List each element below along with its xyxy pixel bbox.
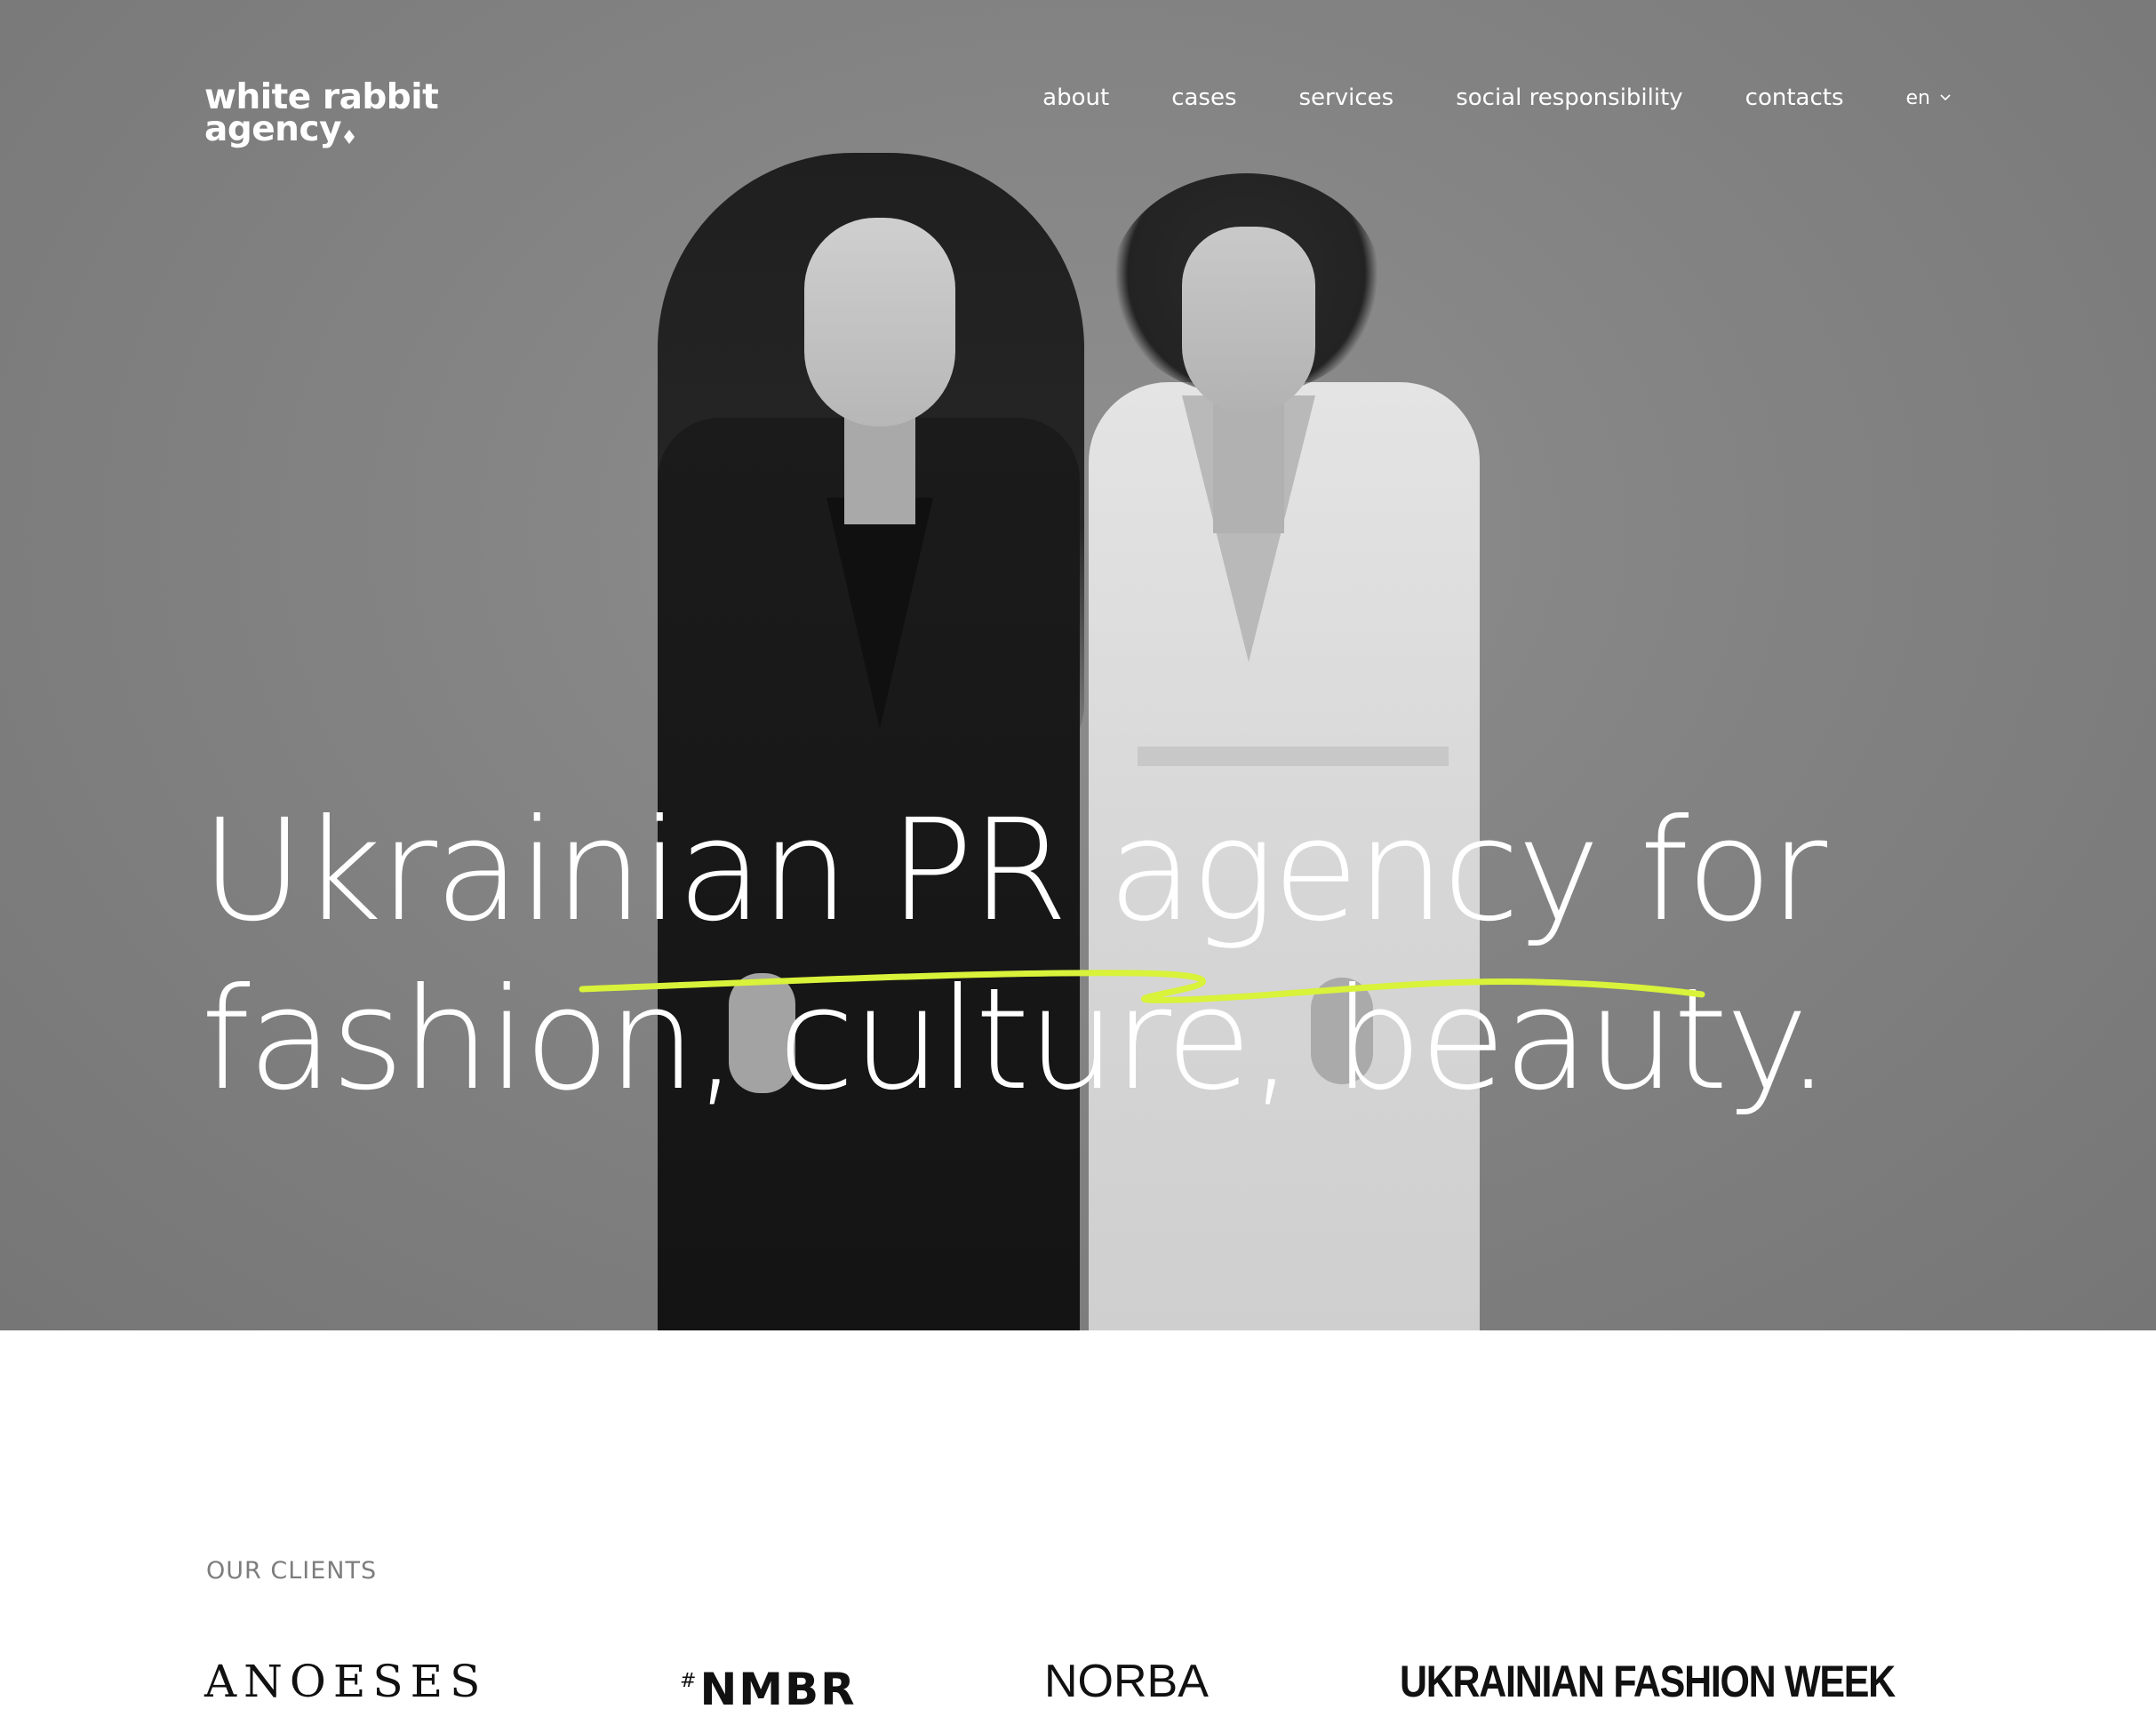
hero-section: white rabbit agency about cases services… — [0, 0, 2156, 1330]
logo-line2-wrap: agency — [204, 112, 438, 147]
client-name: NMBR — [699, 1664, 857, 1715]
photo-left-woman-face — [804, 218, 955, 427]
site-logo[interactable]: white rabbit agency — [204, 80, 439, 147]
headline-line1: Ukrainian PR agency for — [201, 789, 1827, 953]
accent-underline-squiggle — [579, 970, 1705, 1003]
logo-line2: agency — [204, 109, 342, 149]
nav-contacts[interactable]: contacts — [1745, 84, 1844, 111]
main-nav: about cases services social responsibili… — [1042, 82, 1952, 114]
nav-services[interactable]: services — [1299, 84, 1394, 111]
client-prefix: # — [680, 1670, 699, 1692]
photo-right-woman-belt — [1138, 747, 1449, 766]
client-logo-nmbr[interactable]: #NMBR — [680, 1655, 857, 1716]
client-logo-ukrainian-fashion-week[interactable]: UKRAINIAN FASHION WEEK — [1400, 1655, 1896, 1708]
client-logo-anoeses[interactable]: ANOESES — [204, 1655, 487, 1708]
nav-about[interactable]: about — [1042, 84, 1109, 111]
nav-social-responsibility[interactable]: social responsibility — [1456, 84, 1682, 111]
language-label: en — [1905, 86, 1930, 109]
client-logo-norba[interactable]: NORBA — [1044, 1655, 1209, 1708]
client-name: UKRAINIAN FASHION WEEK — [1400, 1657, 1896, 1706]
nav-cases[interactable]: cases — [1171, 84, 1236, 111]
chevron-down-icon — [1940, 94, 1951, 101]
clients-section-label: OUR CLIENTS — [206, 1557, 378, 1585]
client-name: NORBA — [1044, 1656, 1209, 1707]
photo-right-woman-face — [1182, 227, 1315, 413]
client-name: ANOESES — [204, 1656, 488, 1707]
language-selector[interactable]: en — [1906, 87, 1952, 109]
logo-mark-icon — [344, 130, 355, 144]
